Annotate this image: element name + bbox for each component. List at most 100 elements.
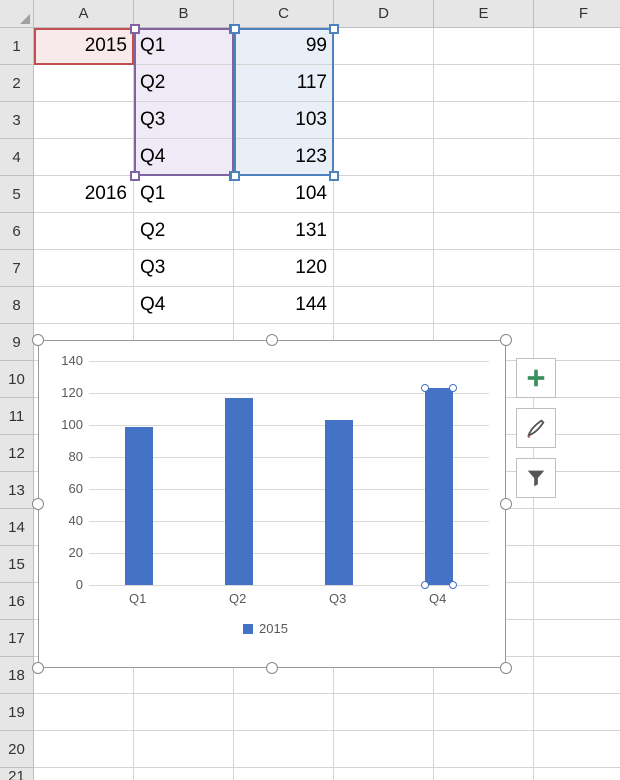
cell-B4[interactable]: Q4 (134, 139, 234, 176)
cell-E20[interactable] (434, 731, 534, 768)
chart-datapoint-handle[interactable] (449, 581, 457, 589)
range-handle[interactable] (329, 24, 339, 34)
row-header-16[interactable]: 16 (0, 583, 34, 620)
cell-B1[interactable]: Q1 (134, 28, 234, 65)
cell-C19[interactable] (234, 694, 334, 731)
cell-E2[interactable] (434, 65, 534, 102)
cell-E3[interactable] (434, 102, 534, 139)
cell-B19[interactable] (134, 694, 234, 731)
column-header-F[interactable]: F (534, 0, 620, 28)
cell-F7[interactable] (534, 250, 620, 287)
chart-elements-button[interactable] (516, 358, 556, 398)
column-header-B[interactable]: B (134, 0, 234, 28)
cell-F3[interactable] (534, 102, 620, 139)
chart-resize-handle[interactable] (266, 662, 278, 674)
cell-C21[interactable] (234, 768, 334, 780)
cell-D19[interactable] (334, 694, 434, 731)
cell-D5[interactable] (334, 176, 434, 213)
embedded-chart[interactable]: 020406080100120140Q1Q2Q3Q4 2015 (38, 340, 506, 668)
cell-F14[interactable] (534, 509, 620, 546)
cell-B5[interactable]: Q1 (134, 176, 234, 213)
range-handle[interactable] (329, 171, 339, 181)
cell-A6[interactable] (34, 213, 134, 250)
cell-F19[interactable] (534, 694, 620, 731)
row-header-20[interactable]: 20 (0, 731, 34, 768)
column-header-C[interactable]: C (234, 0, 334, 28)
cell-B7[interactable]: Q3 (134, 250, 234, 287)
cell-A5[interactable]: 2016 (34, 176, 134, 213)
cell-E8[interactable] (434, 287, 534, 324)
cell-E5[interactable] (434, 176, 534, 213)
cell-F21[interactable] (534, 768, 620, 780)
cell-B20[interactable] (134, 731, 234, 768)
cell-F16[interactable] (534, 583, 620, 620)
row-header-19[interactable]: 19 (0, 694, 34, 731)
cell-C20[interactable] (234, 731, 334, 768)
row-header-7[interactable]: 7 (0, 250, 34, 287)
chart-resize-handle[interactable] (266, 334, 278, 346)
cell-E6[interactable] (434, 213, 534, 250)
column-header-E[interactable]: E (434, 0, 534, 28)
row-header-14[interactable]: 14 (0, 509, 34, 546)
chart-datapoint-handle[interactable] (449, 384, 457, 392)
chart-resize-handle[interactable] (32, 498, 44, 510)
chart-bar-Q2[interactable] (225, 398, 253, 585)
cell-D21[interactable] (334, 768, 434, 780)
row-header-3[interactable]: 3 (0, 102, 34, 139)
cell-F5[interactable] (534, 176, 620, 213)
row-header-1[interactable]: 1 (0, 28, 34, 65)
cell-C7[interactable]: 120 (234, 250, 334, 287)
cell-A7[interactable] (34, 250, 134, 287)
cell-A20[interactable] (34, 731, 134, 768)
range-handle[interactable] (230, 171, 240, 181)
chart-plot-area[interactable]: 020406080100120140Q1Q2Q3Q4 (89, 361, 489, 585)
row-header-21[interactable]: 21 (0, 768, 34, 780)
chart-bar-Q4[interactable] (425, 388, 453, 585)
chart-styles-button[interactable] (516, 408, 556, 448)
cell-A2[interactable] (34, 65, 134, 102)
select-all-corner[interactable] (0, 0, 34, 28)
cell-E21[interactable] (434, 768, 534, 780)
cell-A19[interactable] (34, 694, 134, 731)
chart-resize-handle[interactable] (32, 662, 44, 674)
column-header-A[interactable]: A (34, 0, 134, 28)
cell-F1[interactable] (534, 28, 620, 65)
cell-B3[interactable]: Q3 (134, 102, 234, 139)
cell-F18[interactable] (534, 657, 620, 694)
cell-B8[interactable]: Q4 (134, 287, 234, 324)
cell-F8[interactable] (534, 287, 620, 324)
cell-A3[interactable] (34, 102, 134, 139)
cell-D6[interactable] (334, 213, 434, 250)
chart-datapoint-handle[interactable] (421, 581, 429, 589)
cell-D1[interactable] (334, 28, 434, 65)
cell-F17[interactable] (534, 620, 620, 657)
cell-D8[interactable] (334, 287, 434, 324)
row-header-5[interactable]: 5 (0, 176, 34, 213)
row-header-10[interactable]: 10 (0, 361, 34, 398)
chart-resize-handle[interactable] (500, 498, 512, 510)
row-header-17[interactable]: 17 (0, 620, 34, 657)
cell-F15[interactable] (534, 546, 620, 583)
cell-E7[interactable] (434, 250, 534, 287)
cell-E19[interactable] (434, 694, 534, 731)
cell-B6[interactable]: Q2 (134, 213, 234, 250)
cell-C6[interactable]: 131 (234, 213, 334, 250)
range-handle[interactable] (230, 24, 240, 34)
cell-C3[interactable]: 103 (234, 102, 334, 139)
row-header-18[interactable]: 18 (0, 657, 34, 694)
chart-legend[interactable]: 2015 (243, 621, 288, 636)
chart-bar-Q3[interactable] (325, 420, 353, 585)
range-handle[interactable] (130, 171, 140, 181)
cell-D20[interactable] (334, 731, 434, 768)
row-header-8[interactable]: 8 (0, 287, 34, 324)
cell-B21[interactable] (134, 768, 234, 780)
cell-A4[interactable] (34, 139, 134, 176)
row-header-15[interactable]: 15 (0, 546, 34, 583)
cell-D3[interactable] (334, 102, 434, 139)
cell-F6[interactable] (534, 213, 620, 250)
cell-A21[interactable] (34, 768, 134, 780)
cell-C1[interactable]: 99 (234, 28, 334, 65)
cell-A8[interactable] (34, 287, 134, 324)
chart-resize-handle[interactable] (500, 334, 512, 346)
cell-C8[interactable]: 144 (234, 287, 334, 324)
